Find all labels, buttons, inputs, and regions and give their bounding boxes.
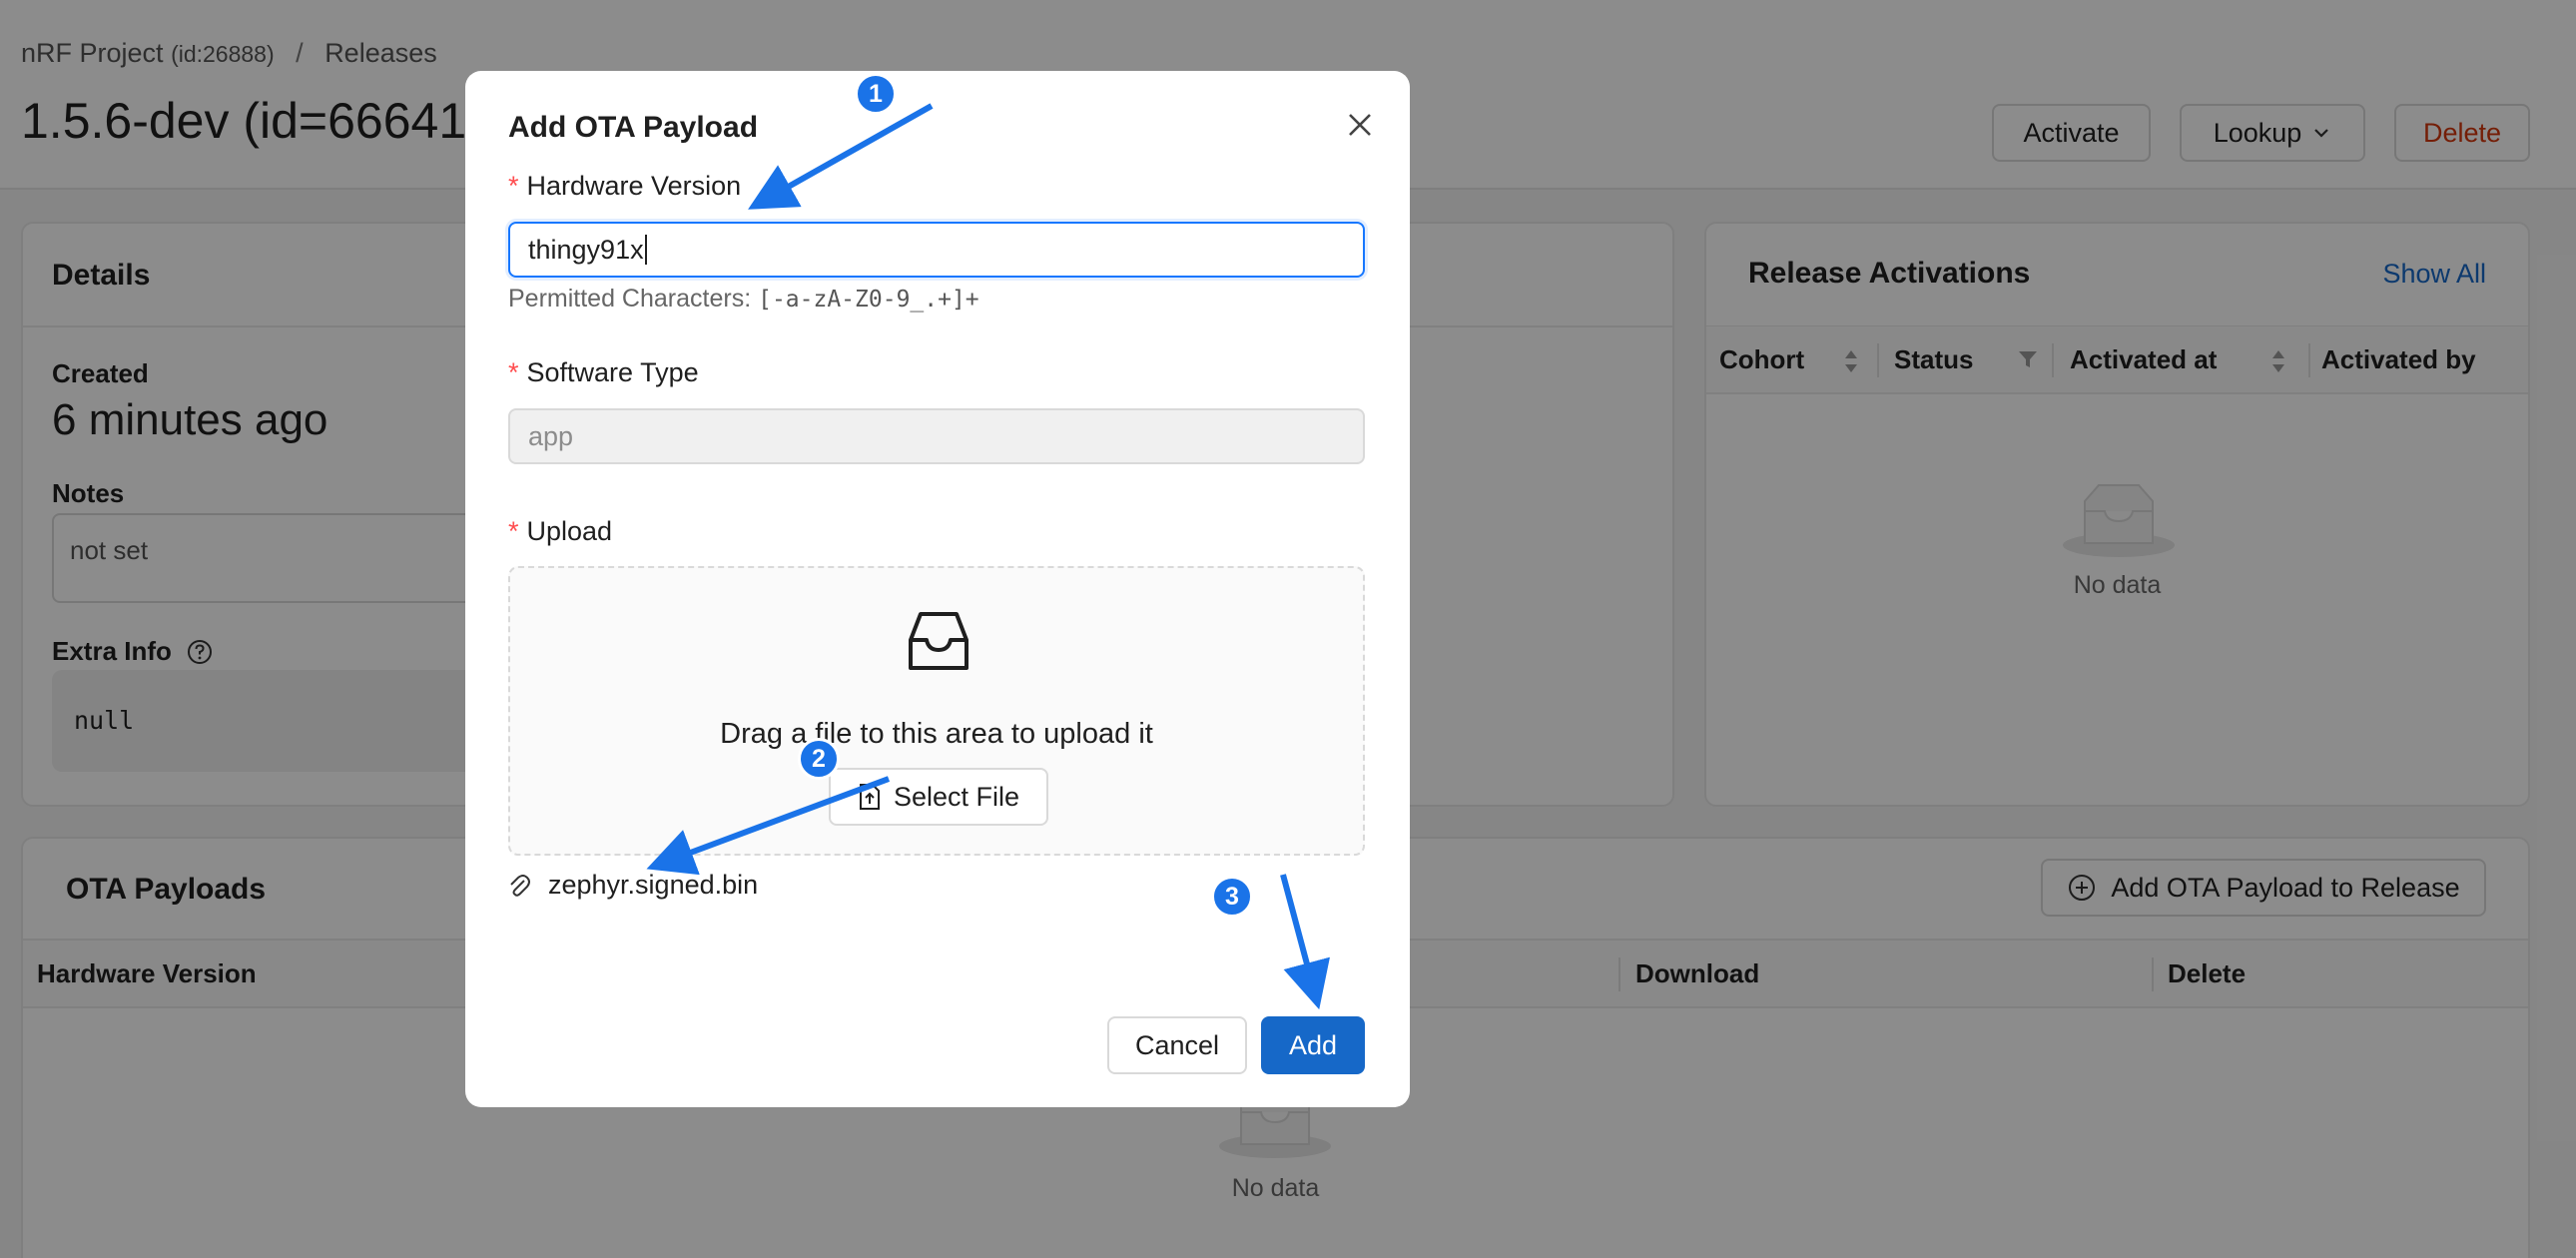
add-ota-payload-dialog: Add OTA Payload * Hardware Version thingy… xyxy=(465,71,1410,1107)
hardware-version-label-text: Hardware Version xyxy=(526,171,742,201)
software-type-value: app xyxy=(528,420,574,451)
annotation-badge-3: 3 xyxy=(1211,876,1253,918)
software-type-input: app xyxy=(508,408,1365,464)
help-prefix: Permitted Characters: xyxy=(508,285,752,313)
text-caret xyxy=(644,235,647,265)
software-type-label: * Software Type xyxy=(508,357,699,388)
close-icon[interactable] xyxy=(1340,105,1380,145)
permitted-characters-help: Permitted Characters: [-a-zA-Z0-9_.+]+ xyxy=(508,285,979,314)
uploaded-file-item[interactable]: zephyr.signed.bin xyxy=(508,870,758,901)
upload-label: * Upload xyxy=(508,516,612,547)
dialog-title: Add OTA Payload xyxy=(508,111,759,144)
software-type-label-text: Software Type xyxy=(526,357,699,387)
upload-dropzone[interactable]: Drag a file to this area to upload it Se… xyxy=(508,566,1365,856)
required-mark: * xyxy=(508,516,519,546)
required-mark: * xyxy=(508,171,519,201)
dropzone-text: Drag a file to this area to upload it xyxy=(720,718,1153,750)
required-mark: * xyxy=(508,357,519,387)
hardware-version-value: thingy91x xyxy=(528,234,644,265)
add-button[interactable]: Add xyxy=(1261,1016,1365,1074)
select-file-button[interactable]: Select File xyxy=(829,768,1048,826)
paperclip-icon xyxy=(510,874,530,897)
upload-label-text: Upload xyxy=(526,516,613,546)
cancel-button[interactable]: Cancel xyxy=(1107,1016,1247,1074)
upload-file-icon xyxy=(859,784,880,810)
hardware-version-label: * Hardware Version xyxy=(508,171,741,202)
annotation-badge-1: 1 xyxy=(855,73,897,115)
hardware-version-input[interactable]: thingy91x xyxy=(508,222,1365,278)
select-file-label: Select File xyxy=(893,781,1020,812)
uploaded-file-name: zephyr.signed.bin xyxy=(548,870,759,900)
help-pattern: [-a-zA-Z0-9_.+]+ xyxy=(758,287,979,313)
annotation-badge-2: 2 xyxy=(798,738,840,780)
inbox-icon xyxy=(909,612,968,670)
